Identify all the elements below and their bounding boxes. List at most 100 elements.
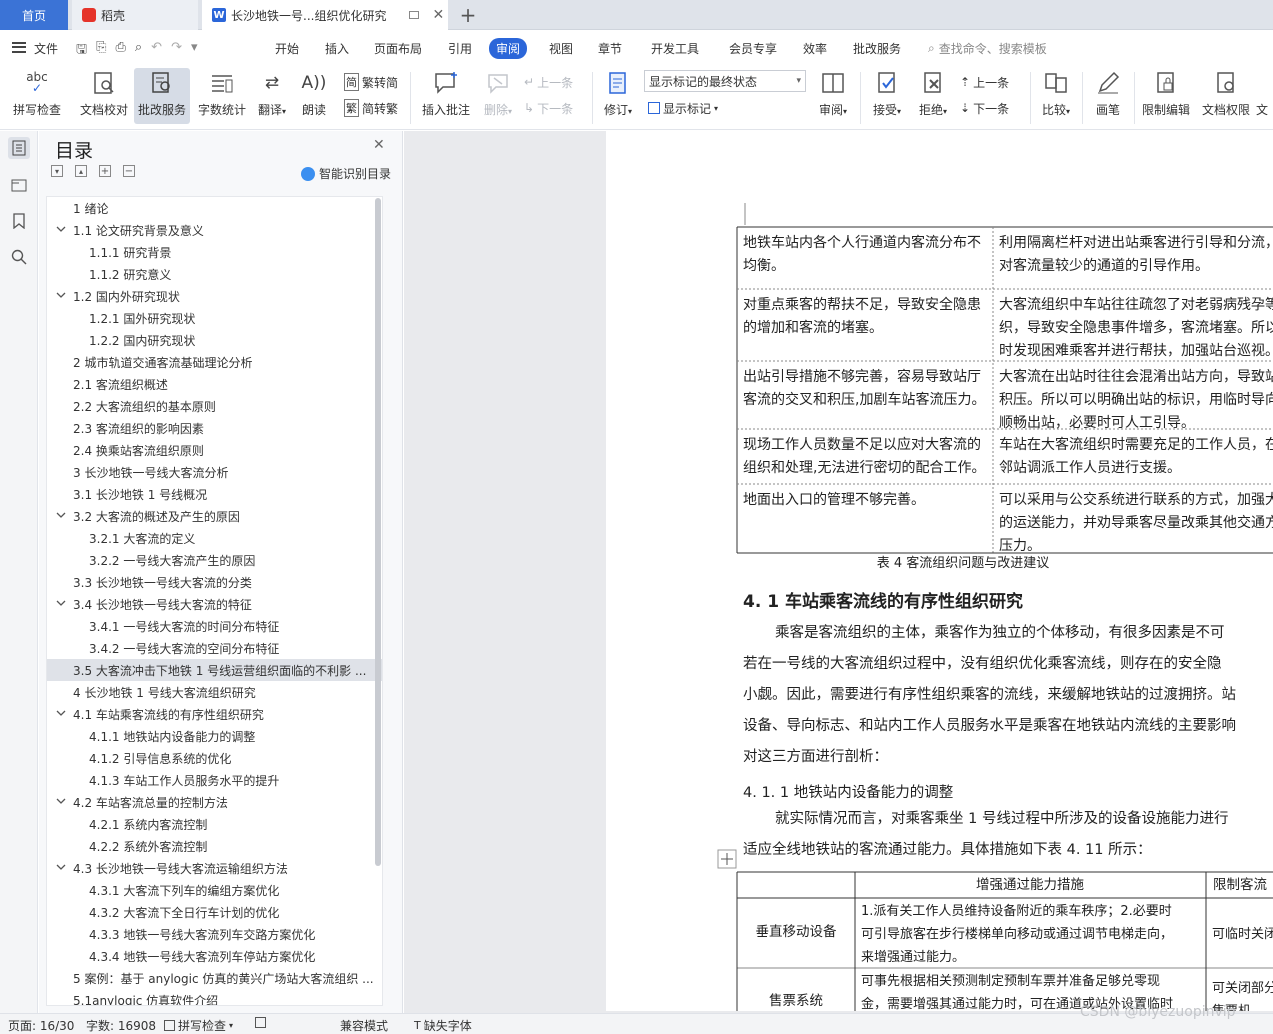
menu-file[interactable]: 文件 xyxy=(34,40,58,57)
doc-proofread-button[interactable]: 文档校对 xyxy=(76,68,132,124)
toc-item[interactable]: 4.1 车站乘客流线的有序性组织研究 xyxy=(47,703,382,725)
next-change-button[interactable]: ⇣ 下一条 xyxy=(960,97,1009,119)
delete-comment-button[interactable]: 删除▾ xyxy=(478,68,518,124)
toc-item[interactable]: 1.2.1 国外研究现状 xyxy=(47,307,382,329)
menu-icon[interactable] xyxy=(12,42,26,53)
chevron-down-icon[interactable] xyxy=(56,290,66,300)
chevron-down-icon[interactable] xyxy=(56,708,66,718)
menu-review[interactable]: 审阅 xyxy=(489,38,528,59)
menu-references[interactable]: 引用 xyxy=(448,40,472,57)
correction-service-button[interactable]: 批改服务 xyxy=(134,68,190,124)
toc-item[interactable]: 4.3 长沙地铁一号线大客流运输组织方法 xyxy=(47,857,382,879)
toc-item[interactable]: 4.2 车站客流总量的控制方法 xyxy=(47,791,382,813)
reject-button[interactable]: 拒绝▾ xyxy=(912,68,954,124)
toc-item[interactable]: 2.3 客流组织的影响因素 xyxy=(47,417,382,439)
command-search[interactable]: ⌕ 查找命令、搜索模板 xyxy=(928,40,1047,57)
toc-item[interactable]: 5 案例：基于 anylogic 仿真的黄兴广场站大客流组织 ... xyxy=(47,967,382,989)
collapse-all-icon[interactable]: ▴ xyxy=(75,165,87,177)
menu-correction[interactable]: 批改服务 xyxy=(853,40,901,57)
prev-comment-button[interactable]: ↵ 上一条 xyxy=(524,71,573,93)
pen-button[interactable]: 画笔 xyxy=(1088,68,1128,124)
translate-button[interactable]: ⇄ 翻译▾ xyxy=(252,68,292,124)
dropdown-icon[interactable]: ▾ xyxy=(191,40,198,62)
toc-item[interactable]: 4.3.1 大客流下列车的编组方案优化 xyxy=(47,879,382,901)
menu-efficiency[interactable]: 效率 xyxy=(803,40,827,57)
toc-item[interactable]: 3.4.2 一号线大客流的空间分布特征 xyxy=(47,637,382,659)
trad-to-simp-button[interactable]: 简 繁转简 xyxy=(344,71,398,93)
toc-item[interactable]: 4.3.3 地铁一号线大客流列车交路方案优化 xyxy=(47,923,382,945)
toc-item[interactable]: 2.4 换乘站客流组织原则 xyxy=(47,439,382,461)
toc-item[interactable]: 2 城市轨道交通客流基础理论分析 xyxy=(47,351,382,373)
toc-item[interactable]: 4.2.2 系统外客流控制 xyxy=(47,835,382,857)
toc-item[interactable]: 1.1.1 研究背景 xyxy=(47,241,382,263)
chevron-down-icon[interactable] xyxy=(56,224,66,234)
toc-item[interactable]: 3.4.1 一号线大客流的时间分布特征 xyxy=(47,615,382,637)
word-count-indicator[interactable]: 字数: 16908 xyxy=(86,1017,156,1034)
toc-item[interactable]: 1.2 国内外研究现状 xyxy=(47,285,382,307)
menu-insert[interactable]: 插入 xyxy=(325,40,349,57)
page-indicator[interactable]: 页面: 16/30 xyxy=(8,1017,74,1034)
doc-permission-button[interactable]: 文档权限 xyxy=(1198,68,1254,124)
toc-item[interactable]: 4 长沙地铁 1 号线大客流组织研究 xyxy=(47,681,382,703)
add-heading-icon[interactable]: + xyxy=(99,165,111,177)
track-changes-button[interactable]: 修订▾ xyxy=(598,68,638,124)
compare-button[interactable]: 比较▾ xyxy=(1036,68,1076,124)
menu-page-layout[interactable]: 页面布局 xyxy=(374,40,422,57)
toc-item[interactable]: 3.2.1 大客流的定义 xyxy=(47,527,382,549)
tab-home[interactable]: 首页 xyxy=(0,0,68,30)
export-pdf-icon[interactable]: ⎘ xyxy=(96,40,106,62)
document-page[interactable]: 地铁车站内各个人行通道内客流分布不 均衡。 利用隔离栏杆对进出站乘客进行引导和分流，… xyxy=(606,131,1273,1011)
accept-button[interactable]: 接受▾ xyxy=(866,68,908,124)
toc-item[interactable]: 3.3 长沙地铁一号线大客流的分类 xyxy=(47,571,382,593)
show-markup-button[interactable]: 显示标记 ▾ xyxy=(648,97,718,119)
redo-icon[interactable]: ↷ xyxy=(171,40,182,62)
expand-all-icon[interactable]: ▾ xyxy=(51,165,63,177)
toc-item[interactable]: 3.4 长沙地铁一号线大客流的特征 xyxy=(47,593,382,615)
toc-item[interactable]: 5.1anylogic 仿真软件介绍 xyxy=(47,989,382,1006)
spell-check-button[interactable]: abc ✓ 拼写检查 xyxy=(6,68,68,124)
next-comment-button[interactable]: ↳ 下一条 xyxy=(524,97,573,119)
toc-panel-icon[interactable] xyxy=(8,137,30,159)
chevron-down-icon[interactable] xyxy=(56,510,66,520)
chapter-nav-icon[interactable] xyxy=(8,174,30,196)
missing-font[interactable]: T 缺失字体 xyxy=(414,1017,472,1034)
toc-scrollbar[interactable] xyxy=(375,198,381,866)
tab-close-icon[interactable]: ✕ xyxy=(432,7,444,23)
toc-item[interactable]: 3.2 大客流的概述及产生的原因 xyxy=(47,505,382,527)
chevron-down-icon[interactable] xyxy=(56,598,66,608)
bookmark-icon[interactable] xyxy=(8,210,30,232)
toc-item[interactable]: 4.2.1 系统内客流控制 xyxy=(47,813,382,835)
insert-comment-button[interactable]: 插入批注 xyxy=(418,68,474,124)
simp-to-trad-button[interactable]: 繁 简转繁 xyxy=(344,97,398,119)
menu-view[interactable]: 视图 xyxy=(549,40,573,57)
read-aloud-button[interactable]: A)) 朗读 xyxy=(296,68,332,124)
toc-item[interactable]: 2.2 大客流组织的基本原则 xyxy=(47,395,382,417)
menu-start[interactable]: 开始 xyxy=(275,40,299,57)
status-proofread[interactable] xyxy=(255,1017,269,1028)
word-count-button[interactable]: 字数统计 xyxy=(194,68,250,124)
smart-toc-button[interactable]: 智能识别目录 xyxy=(301,165,391,182)
chevron-down-icon[interactable] xyxy=(56,796,66,806)
tab-document[interactable]: W 长沙地铁一号...组织优化研究 ✕ xyxy=(202,0,448,30)
remove-heading-icon[interactable]: − xyxy=(123,165,135,177)
toc-item[interactable]: 1 绪论 xyxy=(47,197,382,219)
print-icon[interactable]: ⎙ xyxy=(115,40,125,62)
restrict-edit-button[interactable]: 限制编辑 xyxy=(1138,68,1194,124)
toc-item[interactable]: 4.1.2 引导信息系统的优化 xyxy=(47,747,382,769)
toc-item[interactable]: 4.3.4 地铁一号线大客流列车停站方案优化 xyxy=(47,945,382,967)
review-pane-button[interactable]: 审阅▾ xyxy=(812,68,854,124)
toc-item[interactable]: 3 长沙地铁一号线大客流分析 xyxy=(47,461,382,483)
toc-item[interactable]: 1.1 论文研究背景及意义 xyxy=(47,219,382,241)
tab-window-icon[interactable] xyxy=(409,11,420,19)
ribbon-more-button[interactable]: 文 xyxy=(1256,68,1273,124)
toc-item[interactable]: 3.1 长沙地铁 1 号线概况 xyxy=(47,483,382,505)
toc-item[interactable]: 4.1.1 地铁站内设备能力的调整 xyxy=(47,725,382,747)
print-preview-icon[interactable]: ⌕ xyxy=(135,40,142,62)
toc-item[interactable]: 3.2.2 一号线大客流产生的原因 xyxy=(47,549,382,571)
menu-developer[interactable]: 开发工具 xyxy=(651,40,699,57)
close-icon[interactable]: ✕ xyxy=(373,137,385,153)
undo-icon[interactable]: ↶ xyxy=(151,40,162,62)
toc-item[interactable]: 2.1 客流组织概述 xyxy=(47,373,382,395)
search-icon[interactable] xyxy=(8,246,30,268)
toc-item[interactable]: 3.5 大客流冲击下地铁 1 号线运营组织面临的不利影 ... xyxy=(47,659,382,681)
